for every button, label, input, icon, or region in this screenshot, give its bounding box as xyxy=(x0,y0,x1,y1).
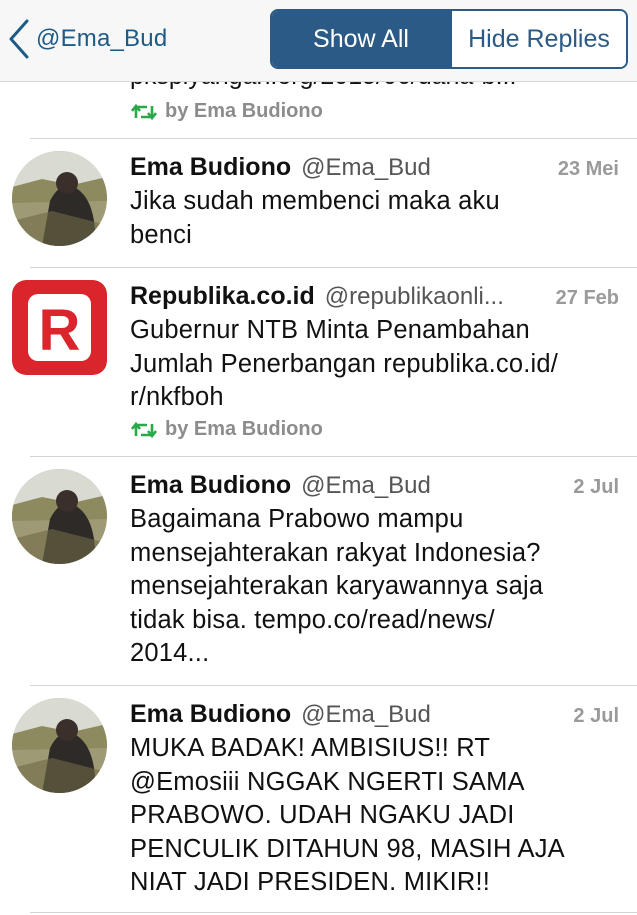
back-button[interactable]: @Ema_Bud xyxy=(8,16,167,62)
tweet-text: Bagaimana Prabowo mampu mensejahterakan … xyxy=(130,503,625,671)
tweet-cell[interactable]: Ema Budiono @Ema_Bud 23 Mei Jika sudah m… xyxy=(0,139,637,267)
author-name[interactable]: Republika.co.id xyxy=(130,282,315,311)
tweet-line: mensejahterakan karyawannya saja xyxy=(130,572,544,600)
author-handle[interactable]: @Ema_Bud xyxy=(301,154,550,182)
retweet-indicator: by Ema Budiono xyxy=(131,100,323,123)
tweet-line: benci xyxy=(130,220,192,249)
author-name[interactable]: Ema Budiono xyxy=(130,471,291,500)
tweet-cell[interactable]: Ema Budiono @Ema_Bud 2 Jul MUKA BADAK! A… xyxy=(0,686,637,912)
avatar[interactable] xyxy=(12,698,107,793)
tweet-line: PENCULIK DITAHUN 98, MASIH AJA xyxy=(130,834,565,863)
tweet-line: tidak bisa. tempo.co/read/news/ xyxy=(130,605,495,634)
retweet-label: by Ema Budiono xyxy=(165,100,323,122)
author-handle[interactable]: @Ema_Bud xyxy=(301,701,565,729)
tweet-line: mensejahterakan rakyat Indonesia? xyxy=(130,538,541,567)
back-label: @Ema_Bud xyxy=(36,25,168,52)
tweet-header: Ema Budiono @Ema_Bud 2 Jul xyxy=(130,471,619,501)
tweet-line: r/nkfboh xyxy=(130,383,224,411)
tweet-time: 23 Mei xyxy=(557,158,619,180)
avatar[interactable] xyxy=(12,151,107,246)
tweet-time: 27 Feb xyxy=(555,287,619,309)
tweet-header: Ema Budiono @Ema_Bud 23 Mei xyxy=(130,153,619,183)
hide-replies-segment[interactable]: Hide Replies xyxy=(450,11,626,67)
tweet-header: Ema Budiono @Ema_Bud 2 Jul xyxy=(130,700,619,730)
avatar[interactable] xyxy=(12,469,107,564)
navigation-bar: @Ema_Bud Show All Hide Replies xyxy=(0,0,637,82)
tweet-line: Gubernur NTB Minta Penambahan xyxy=(130,316,530,344)
tweet-line: Bagaimana Prabowo mampu xyxy=(130,505,464,533)
tweet-line: PRABOWO. UDAH NGAKU JADI xyxy=(130,801,515,829)
tweet-line: @Emosiii NGGAK NGERTI SAMA xyxy=(130,767,525,796)
tweet-line: MUKA BADAK! AMBISIUS!! RT xyxy=(130,734,491,762)
tweet-text: MUKA BADAK! AMBISIUS!! RT @Emosiii NGGAK… xyxy=(130,732,625,900)
divider xyxy=(30,912,637,913)
tweet-line: Jika sudah membenci maka aku xyxy=(130,187,500,215)
tweet-text: Jika sudah membenci maka aku benci xyxy=(130,185,625,252)
retweet-icon xyxy=(131,103,157,120)
tweet-text: Gubernur NTB Minta Penambahan Jumlah Pen… xyxy=(130,314,625,415)
tweet-line: Jumlah Penerbangan republika.co.id/ xyxy=(130,349,559,378)
timeline-feed[interactable]: pkspiyangan.org/2015/06/dana-b... by Ema… xyxy=(0,0,637,915)
author-name[interactable]: Ema Budiono xyxy=(130,700,291,729)
chevron-left-icon xyxy=(9,19,29,59)
retweet-icon xyxy=(131,421,157,438)
show-all-segment[interactable]: Show All xyxy=(272,11,450,67)
tweet-time: 2 Jul xyxy=(573,476,619,498)
author-handle[interactable]: @Ema_Bud xyxy=(301,472,565,500)
retweet-label: by Ema Budiono xyxy=(165,418,323,440)
logo-letter: R xyxy=(39,298,81,363)
avatar[interactable]: R xyxy=(12,280,107,375)
author-handle[interactable]: @republikaonli... xyxy=(325,283,548,311)
filter-segmented-control: Show All Hide Replies xyxy=(270,9,628,69)
retweet-indicator: by Ema Budiono xyxy=(131,418,323,441)
tweet-cell[interactable]: Ema Budiono @Ema_Bud 2 Jul Bagaimana Pra… xyxy=(0,457,637,685)
tweet-line: 2014... xyxy=(130,639,210,667)
tweet-header: Republika.co.id @republikaonli... 27 Feb xyxy=(130,282,619,312)
tweet-line: NIAT JADI PRESIDEN. MIKIR!! xyxy=(130,868,491,896)
tweet-cell[interactable]: R Republika.co.id @republikaonli... 27 F… xyxy=(0,268,637,456)
tweet-time: 2 Jul xyxy=(573,705,619,727)
author-name[interactable]: Ema Budiono xyxy=(130,153,291,182)
